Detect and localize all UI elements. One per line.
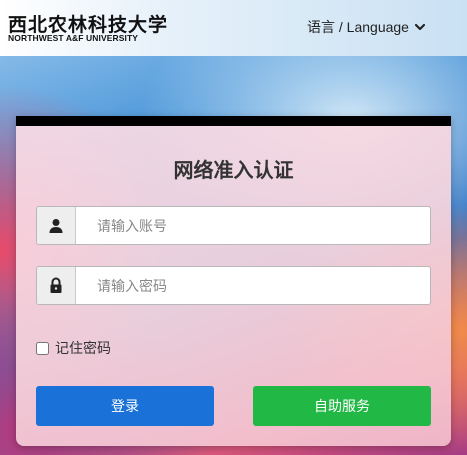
login-button[interactable]: 登录 [36,386,214,426]
username-field-group [36,206,431,245]
lock-icon [37,267,76,304]
password-input[interactable] [77,267,430,304]
top-header: 西北农林科技大学 NORTHWEST A&F UNIVERSITY 语言 / L… [0,0,467,56]
language-selector[interactable]: 语言 / Language [307,17,427,37]
university-logo-english: NORTHWEST A&F UNIVERSITY [8,33,139,43]
remember-password-checkbox[interactable] [36,341,49,355]
user-icon [37,207,76,244]
remember-password[interactable]: 记住密码 [36,338,111,358]
remember-password-label: 记住密码 [55,340,111,356]
login-card: 网络准入认证 记住密码 登录 自助服务 [16,116,451,446]
card-title: 网络准入认证 [173,160,294,182]
password-field-group [36,266,431,305]
self-service-button[interactable]: 自助服务 [253,386,431,426]
chevron-down-icon [413,20,427,34]
username-input[interactable] [77,207,430,244]
language-label: 语言 / Language [307,19,409,35]
card-top-bar [16,116,451,126]
